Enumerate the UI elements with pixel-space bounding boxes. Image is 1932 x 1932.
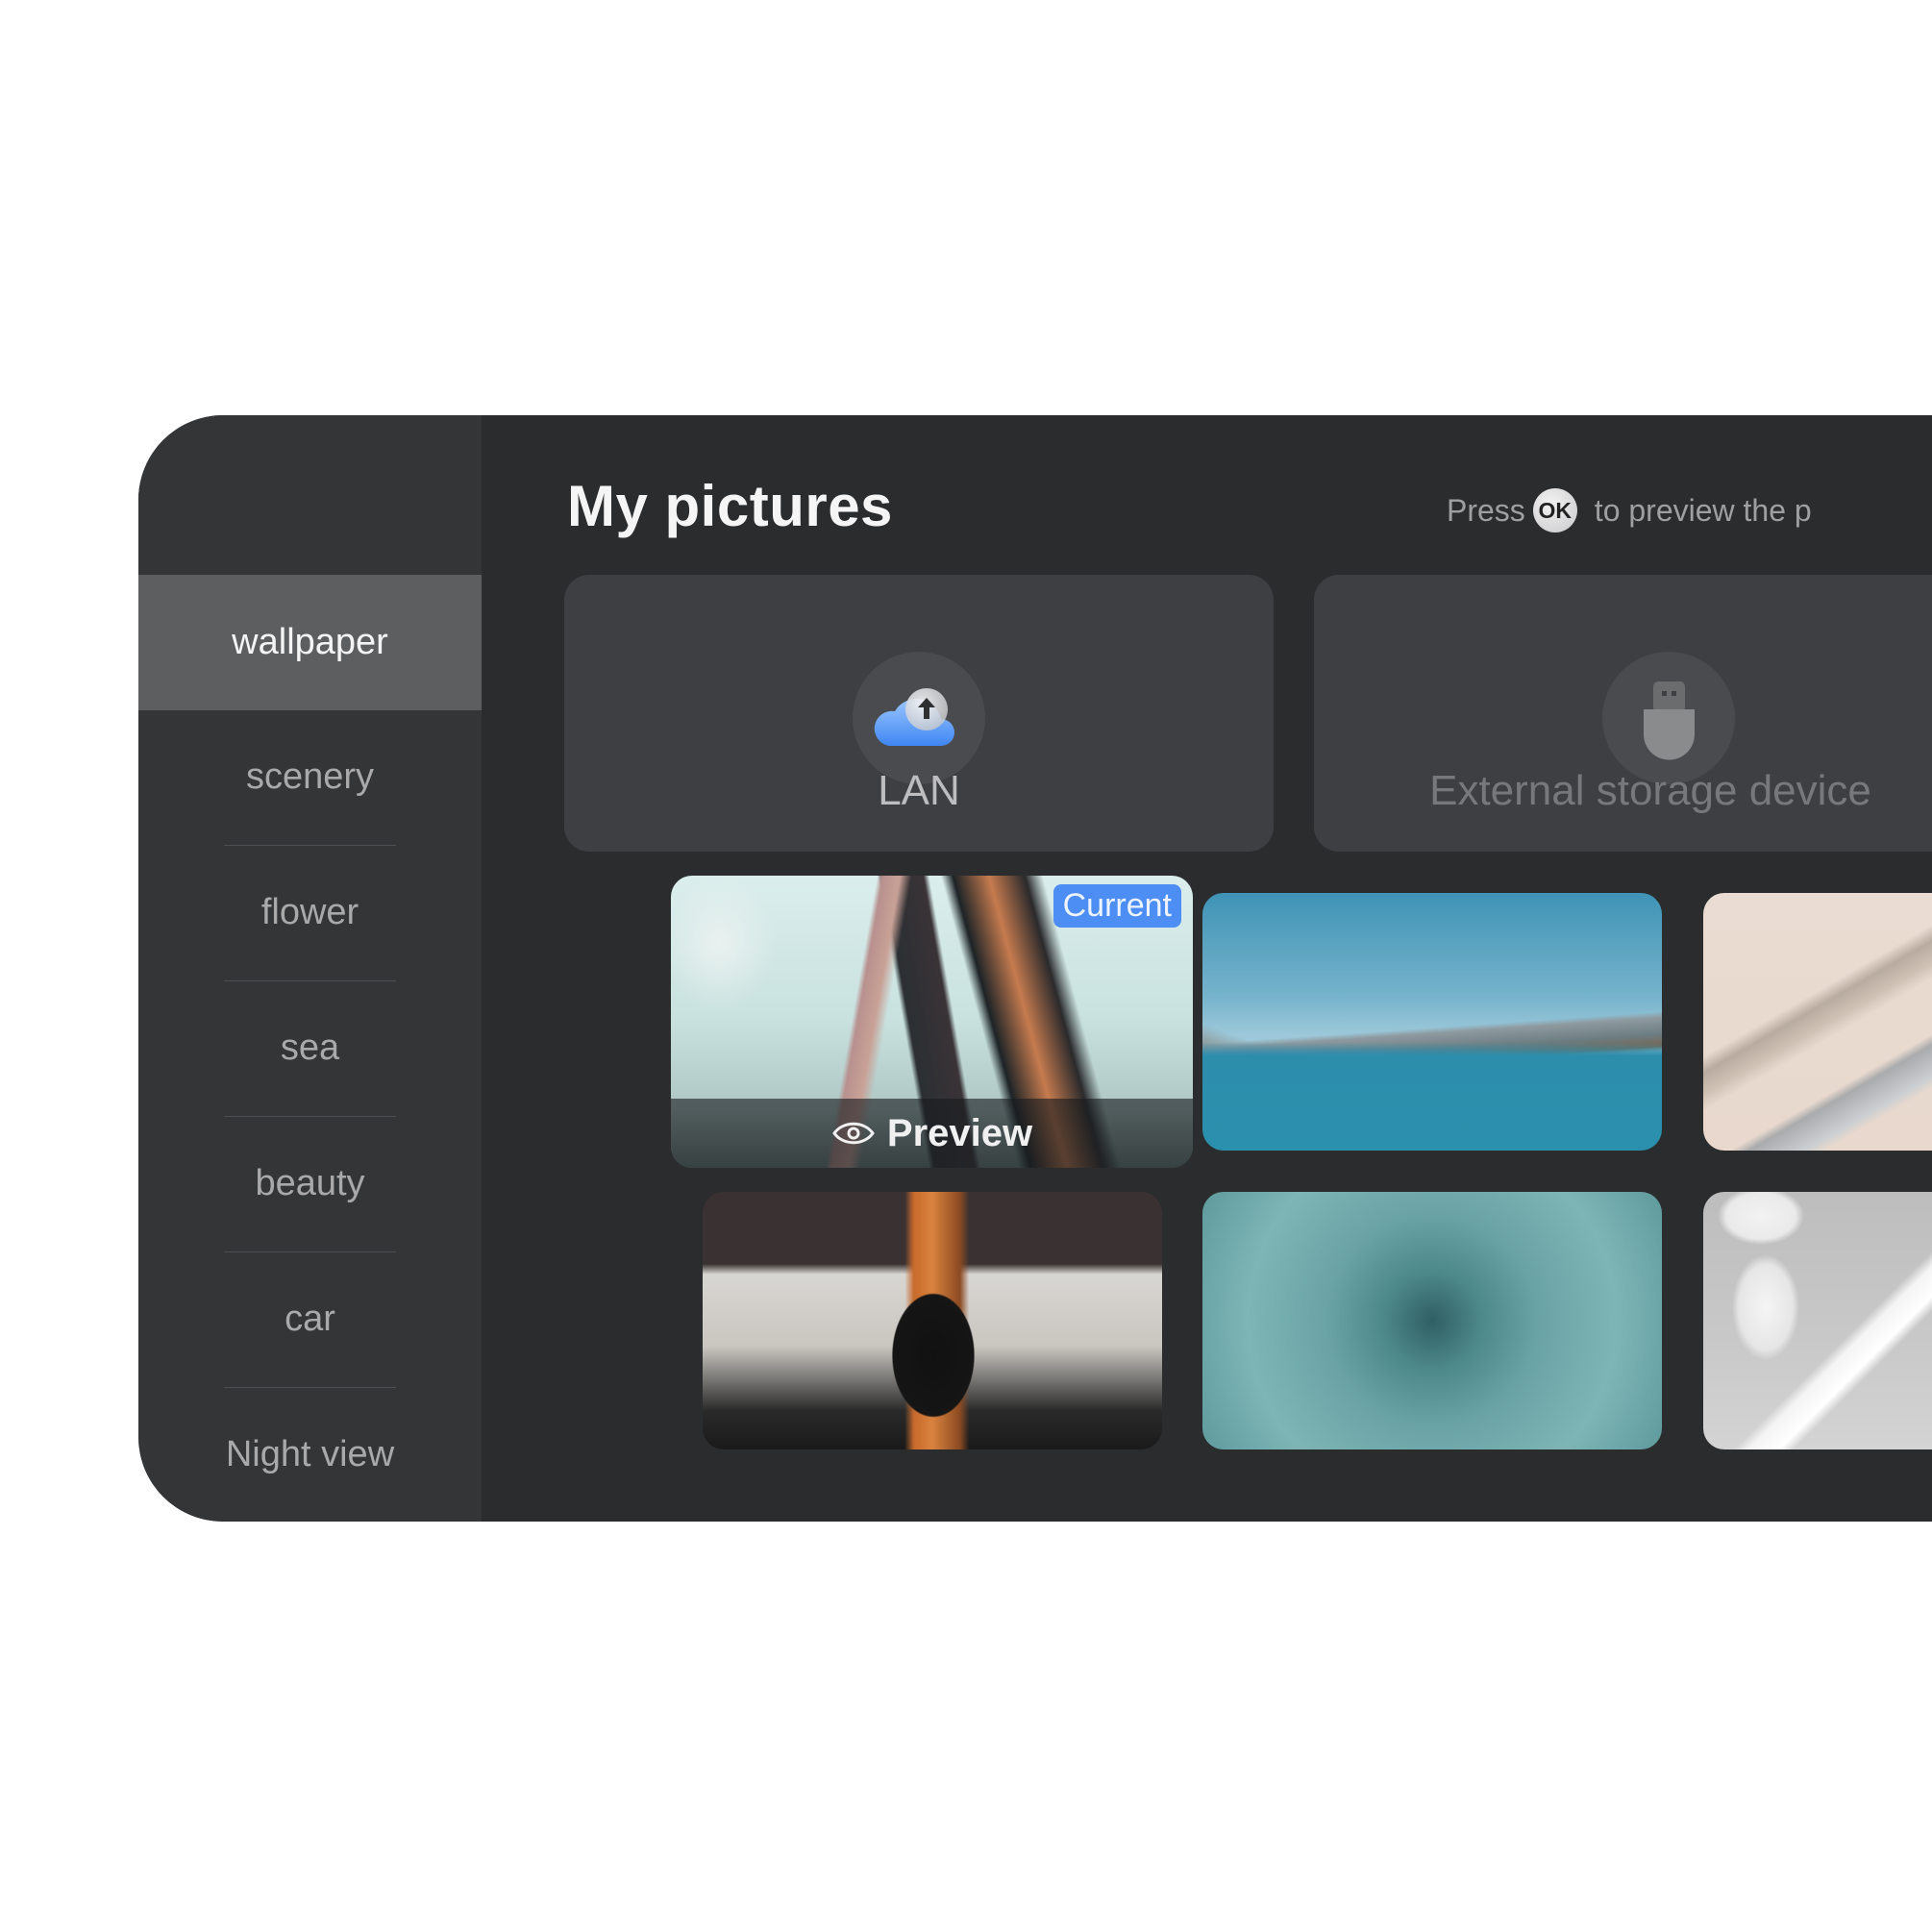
wallpaper-tile[interactable] — [1202, 893, 1662, 1151]
wallpaper-tile[interactable] — [1703, 893, 1932, 1151]
lan-source-card[interactable]: LAN — [564, 575, 1274, 852]
icon-backdrop — [1602, 652, 1735, 784]
source-label: External storage device — [1429, 767, 1871, 814]
wallpaper-tile-current[interactable]: Current Preview — [671, 876, 1193, 1168]
sidebar-item-beauty[interactable]: beauty — [138, 1116, 482, 1251]
external-storage-card[interactable]: External storage device — [1314, 575, 1932, 852]
sidebar-item-label: car — [285, 1299, 335, 1339]
sidebar-item-label: scenery — [245, 756, 375, 797]
sidebar-item-scenery[interactable]: scenery — [138, 709, 482, 845]
wallpaper-tile[interactable] — [1202, 1192, 1662, 1449]
hint-suffix: to preview the p — [1594, 492, 1812, 528]
sidebar-item-night-view[interactable]: Night view — [138, 1387, 482, 1522]
sidebar-item-car[interactable]: car — [138, 1251, 482, 1387]
sidebar-item-label: wallpaper — [232, 622, 388, 662]
preview-button[interactable]: Preview — [671, 1099, 1193, 1168]
sidebar-item-sea[interactable]: sea — [138, 980, 482, 1116]
sidebar-item-label: sea — [280, 1028, 340, 1068]
wallpaper-panel: wallpaper scenery flower sea beauty car … — [138, 415, 1932, 1522]
main-content: My pictures Press OK to preview the p LA… — [482, 415, 1932, 1522]
cloud-upload-icon — [874, 688, 954, 746]
ok-key-icon: OK — [1532, 488, 1577, 533]
source-label: LAN — [878, 767, 960, 814]
usb-drive-icon — [1644, 681, 1695, 760]
preview-hint: Press OK to preview the p — [1447, 488, 1812, 533]
page-title: My pictures — [567, 474, 893, 538]
wallpaper-tile[interactable] — [1703, 1192, 1932, 1449]
sidebar-item-label: beauty — [255, 1163, 365, 1203]
icon-backdrop — [853, 652, 985, 784]
preview-label: Preview — [886, 1111, 1033, 1154]
sidebar-item-label: flower — [260, 892, 359, 932]
current-badge: Current — [1053, 884, 1181, 928]
wallpaper-tile[interactable] — [703, 1192, 1162, 1449]
sidebar-item-wallpaper[interactable]: wallpaper — [138, 575, 482, 710]
hint-prefix: Press — [1447, 492, 1525, 528]
eye-icon — [832, 1122, 875, 1145]
sidebar-item-label: Night view — [225, 1434, 395, 1474]
category-sidebar: wallpaper scenery flower sea beauty car … — [138, 415, 482, 1522]
sidebar-item-flower[interactable]: flower — [138, 845, 482, 980]
